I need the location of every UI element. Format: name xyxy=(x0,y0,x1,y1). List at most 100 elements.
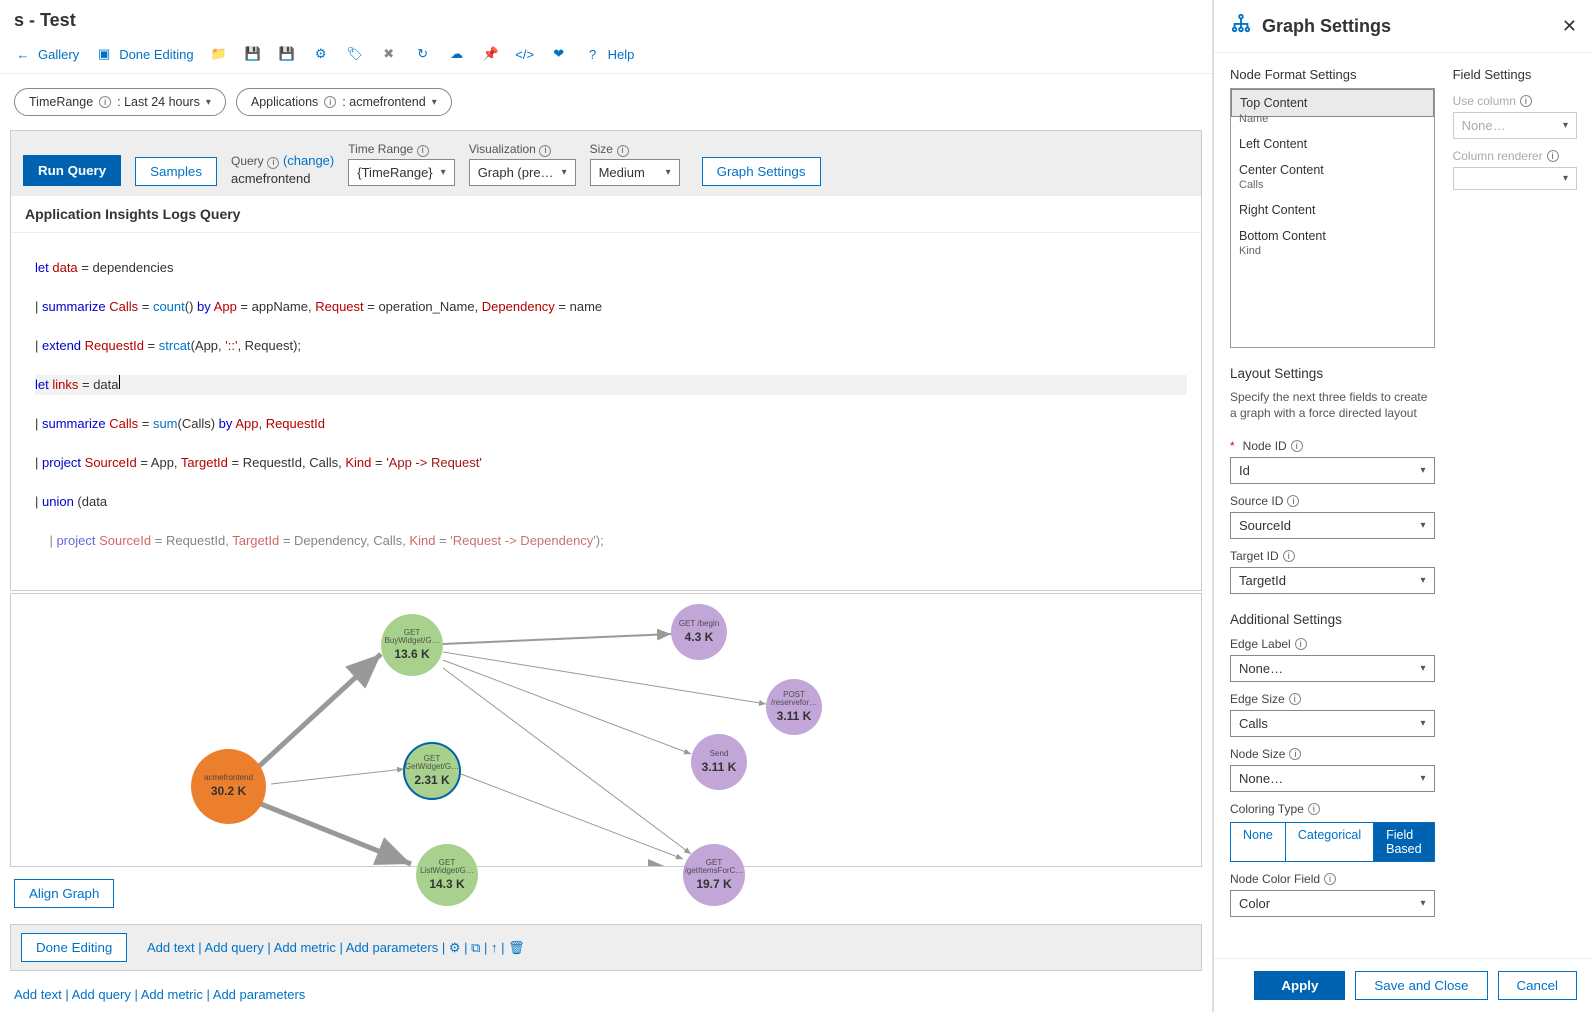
graph-node-root[interactable]: acmefrontend 30.2 K xyxy=(191,749,266,824)
param-applications[interactable]: Applications i : acmefrontend ▾ xyxy=(236,88,452,116)
graph-node-g1[interactable]: GET BuyWidget/G… 13.6 K xyxy=(381,614,443,676)
node-id-select[interactable]: Id▾ xyxy=(1230,457,1435,484)
edge-size-value: Calls xyxy=(1239,716,1268,731)
samples-button[interactable]: Samples xyxy=(135,157,217,186)
size-select-value: Medium xyxy=(599,165,645,180)
visualization-field-label: Visualization xyxy=(469,142,536,156)
toolbar: ← Gallery ▣ Done Editing 📁 💾 💾 ⚙ 🏷 ✖ ↻ ☁… xyxy=(0,35,1212,74)
change-link[interactable]: (change) xyxy=(283,153,334,168)
edge-label-select[interactable]: None…▾ xyxy=(1230,655,1435,682)
edge-size-select[interactable]: Calls▾ xyxy=(1230,710,1435,737)
source-id-label: Source ID xyxy=(1230,494,1283,508)
use-column-value: None… xyxy=(1462,118,1506,133)
param-applications-label: Applications xyxy=(251,95,318,109)
add-query-link[interactable]: Add query xyxy=(72,987,131,1002)
column-renderer-select[interactable]: ▾ xyxy=(1453,167,1577,190)
info-icon: i xyxy=(1295,638,1307,650)
add-query-link[interactable]: Add query xyxy=(205,940,264,955)
tag-icon[interactable]: 🏷 xyxy=(346,45,364,63)
node-color-label: Node Color Field xyxy=(1230,872,1320,886)
coloring-type-segment: None Categorical Field Based xyxy=(1230,822,1435,862)
info-icon: i xyxy=(1289,693,1301,705)
target-id-select[interactable]: TargetId▾ xyxy=(1230,567,1435,594)
info-icon: i xyxy=(267,157,279,169)
help-label: Help xyxy=(608,47,635,62)
timerange-select-value: {TimeRange} xyxy=(357,165,432,180)
run-query-button[interactable]: Run Query xyxy=(23,155,121,186)
help-link[interactable]: ? Help xyxy=(584,45,635,63)
node-format-heading: Node Format Settings xyxy=(1230,67,1435,82)
back-arrow-icon: ← xyxy=(14,45,32,63)
query-editor[interactable]: let data = dependencies | summarize Call… xyxy=(11,233,1201,590)
code-icon[interactable]: </> xyxy=(516,45,534,63)
use-column-select[interactable]: None…▾ xyxy=(1453,112,1577,139)
info-icon: i xyxy=(324,96,336,108)
coloring-seg-none[interactable]: None xyxy=(1231,823,1285,861)
info-icon: i xyxy=(1324,873,1336,885)
graph-node-p4[interactable]: GET /getItemsForC… 19.7 K xyxy=(683,844,745,906)
visualization-select[interactable]: Graph (pre…▾ xyxy=(469,159,576,186)
chevron-down-icon: ▾ xyxy=(666,167,671,178)
save-and-close-button[interactable]: Save and Close xyxy=(1355,971,1487,1000)
graph-node-g3[interactable]: GET ListWidget/G… 14.3 K xyxy=(416,844,478,906)
layout-desc: Specify the next three fields to create … xyxy=(1230,389,1435,421)
column-renderer-label: Column renderer xyxy=(1453,149,1543,163)
done-editing-button[interactable]: Done Editing xyxy=(21,933,127,962)
move-up-icon[interactable]: ↑ xyxy=(491,940,498,955)
pin-icon[interactable]: 📌 xyxy=(482,45,500,63)
size-select[interactable]: Medium ▾ xyxy=(590,159,680,186)
graph-node-p3[interactable]: Send 3.11 K xyxy=(691,734,747,790)
edge-size-label: Edge Size xyxy=(1230,692,1285,706)
layout-heading: Layout Settings xyxy=(1230,366,1435,381)
add-metric-link[interactable]: Add metric xyxy=(141,987,203,1002)
heart-icon[interactable]: ❤ xyxy=(550,45,568,63)
close-x-icon[interactable]: ✖ xyxy=(380,45,398,63)
timerange-select[interactable]: {TimeRange}▾ xyxy=(348,159,454,186)
param-timerange[interactable]: TimeRange i : Last 24 hours ▾ xyxy=(14,88,226,116)
graph-node-p1[interactable]: GET /begin 4.3 K xyxy=(671,604,727,660)
info-icon: i xyxy=(99,96,111,108)
gallery-link[interactable]: ← Gallery xyxy=(14,45,79,63)
delete-icon[interactable]: 🗑 xyxy=(508,940,525,955)
source-id-select[interactable]: SourceId▾ xyxy=(1230,512,1435,539)
open-folder-icon[interactable]: 📁 xyxy=(210,45,228,63)
add-text-link[interactable]: Add text xyxy=(147,940,195,955)
chevron-down-icon: ▾ xyxy=(432,97,437,108)
param-applications-value: : acmefrontend xyxy=(342,95,425,109)
lb-center-sub: Calls xyxy=(1231,179,1434,197)
cancel-button[interactable]: Cancel xyxy=(1498,971,1578,1000)
graph-settings-button[interactable]: Graph Settings xyxy=(702,157,821,186)
add-parameters-link[interactable]: Add parameters xyxy=(346,940,439,955)
node-size-select[interactable]: None…▾ xyxy=(1230,765,1435,792)
info-icon: i xyxy=(539,145,551,157)
add-text-link[interactable]: Add text xyxy=(14,987,62,1002)
lb-right-content[interactable]: Right Content xyxy=(1231,197,1434,223)
add-parameters-link[interactable]: Add parameters xyxy=(213,987,306,1002)
node-label: GET /begin xyxy=(675,620,723,628)
node-format-list[interactable]: Top Content Name Left Content Center Con… xyxy=(1230,88,1435,348)
gear-icon[interactable]: ⚙ xyxy=(449,940,461,955)
apply-button[interactable]: Apply xyxy=(1254,971,1345,1000)
refresh-icon[interactable]: ↻ xyxy=(414,45,432,63)
close-panel-icon[interactable]: ✕ xyxy=(1562,16,1577,37)
info-icon: i xyxy=(1308,803,1320,815)
copy-icon[interactable]: ⧉ xyxy=(471,940,480,955)
chevron-down-icon: ▾ xyxy=(1563,173,1568,184)
cloud-icon[interactable]: ☁ xyxy=(448,45,466,63)
info-icon: i xyxy=(417,145,429,157)
node-value: 30.2 K xyxy=(211,784,246,798)
lb-left-content[interactable]: Left Content xyxy=(1231,131,1434,157)
node-label: POST /reservefor… xyxy=(766,691,822,707)
coloring-seg-categorical[interactable]: Categorical xyxy=(1285,823,1373,861)
save-icon[interactable]: 💾 xyxy=(244,45,262,63)
coloring-seg-field-based[interactable]: Field Based xyxy=(1373,823,1433,861)
graph-node-p2[interactable]: POST /reservefor… 3.11 K xyxy=(766,679,822,735)
align-graph-button[interactable]: Align Graph xyxy=(14,879,114,908)
graph-node-g2[interactable]: GET GetWidget/G… 2.31 K xyxy=(403,742,461,800)
node-color-select[interactable]: Color▾ xyxy=(1230,890,1435,917)
add-metric-link[interactable]: Add metric xyxy=(274,940,336,955)
done-editing-link[interactable]: ▣ Done Editing xyxy=(95,45,193,63)
graph-visualization[interactable]: acmefrontend 30.2 K GET BuyWidget/G… 13.… xyxy=(10,593,1202,868)
settings-gear-icon[interactable]: ⚙ xyxy=(312,45,330,63)
save-as-icon[interactable]: 💾 xyxy=(278,45,296,63)
